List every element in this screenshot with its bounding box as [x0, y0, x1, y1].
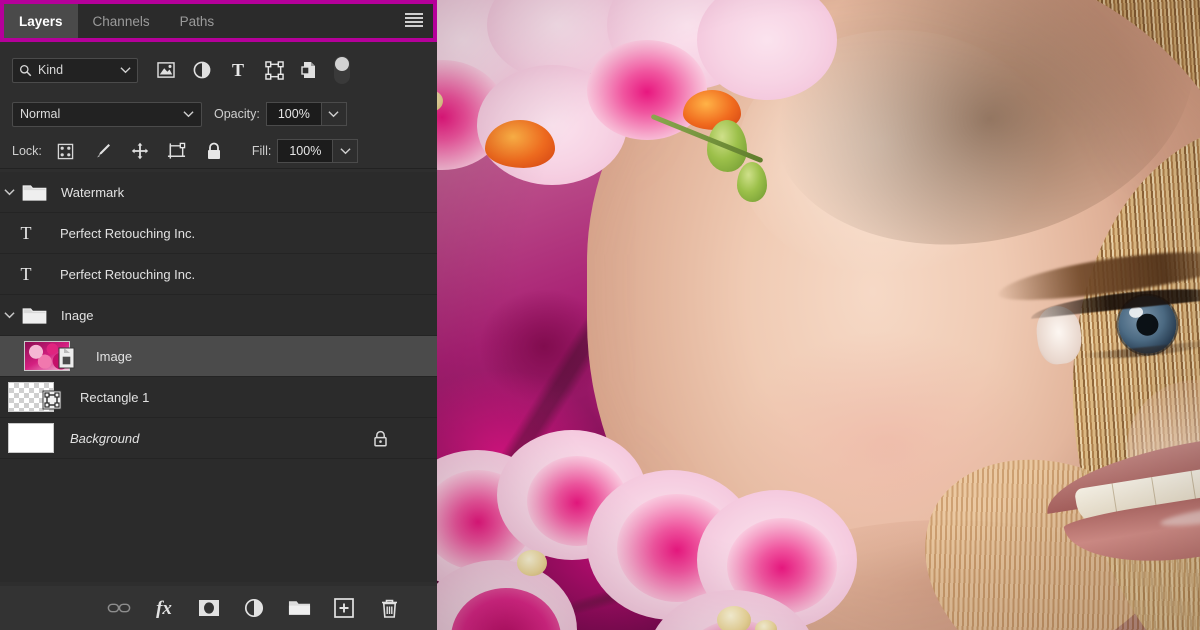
blend-mode-value: Normal: [20, 107, 183, 121]
smart-object-badge-icon: [55, 346, 81, 372]
table-row[interactable]: Image: [0, 336, 437, 377]
opacity-input[interactable]: 100%: [266, 102, 322, 126]
new-group-icon[interactable]: [287, 596, 311, 620]
layer-thumbnail[interactable]: [8, 423, 54, 453]
chevron-down-icon: [183, 110, 194, 118]
lock-row: Lock:: [0, 134, 437, 169]
lock-transparent-pixels-icon[interactable]: [56, 141, 76, 161]
layer-name: Image: [96, 349, 132, 364]
layer-name: Inage: [61, 308, 94, 323]
lock-image-pixels-icon[interactable]: [93, 141, 113, 161]
fill-stepper[interactable]: [333, 139, 358, 163]
blend-mode-dropdown[interactable]: Normal: [12, 102, 202, 127]
panel-tab-highlight: Layers Channels Paths: [0, 0, 437, 42]
orchid-top-right: [587, 0, 847, 170]
lock-position-icon[interactable]: [130, 141, 150, 161]
type-layer-icon: T: [6, 223, 46, 244]
filter-kind-label: Kind: [38, 63, 114, 77]
layer-name: Rectangle 1: [80, 390, 149, 405]
type-layer-filter-icon[interactable]: T: [228, 60, 248, 80]
lock-icons: [56, 141, 224, 161]
layer-list[interactable]: Watermark T Perfect Retouching Inc.: [0, 172, 437, 582]
layers-panel: Layers Channels Paths Kind: [0, 0, 437, 630]
shape-layer-badge-icon: [39, 387, 65, 413]
lock-label: Lock:: [12, 144, 42, 158]
type-layer-icon: T: [6, 264, 46, 285]
search-icon: [19, 64, 32, 77]
fill-label: Fill:: [252, 144, 271, 158]
new-layer-icon[interactable]: [332, 596, 356, 620]
fill-input[interactable]: 100%: [277, 139, 333, 163]
hamburger-menu-icon[interactable]: [405, 13, 423, 28]
filter-kind-dropdown[interactable]: Kind: [12, 58, 138, 83]
orchid-center: [587, 470, 877, 630]
opacity-label: Opacity:: [214, 107, 260, 121]
photoshop-screenshot: Layers Channels Paths Kind: [0, 0, 1200, 630]
filter-type-icons: T: [156, 60, 320, 80]
table-row[interactable]: Watermark: [0, 172, 437, 213]
layer-name: Perfect Retouching Inc.: [60, 267, 195, 282]
table-row[interactable]: Rectangle 1: [0, 377, 437, 418]
add-layer-mask-icon[interactable]: [197, 596, 221, 620]
tab-channels[interactable]: Channels: [78, 4, 165, 38]
layer-filter-row: Kind: [0, 48, 437, 92]
chevron-down-icon: [120, 66, 131, 74]
smart-object-filter-icon[interactable]: [300, 60, 320, 80]
blend-mode-row: Normal Opacity: 100%: [0, 96, 437, 132]
layer-styles-fx-icon[interactable]: fx: [152, 596, 176, 620]
document-canvas[interactable]: [437, 0, 1200, 630]
layer-locked-icon: [373, 430, 389, 446]
tab-layers[interactable]: Layers: [4, 4, 78, 38]
layers-panel-footer: fx: [0, 586, 437, 630]
table-row[interactable]: Background: [0, 418, 437, 459]
folder-icon: [22, 306, 47, 325]
opacity-stepper[interactable]: [322, 102, 347, 126]
table-row[interactable]: T Perfect Retouching Inc.: [0, 213, 437, 254]
panel-tab-bar: Layers Channels Paths: [4, 4, 433, 38]
table-row[interactable]: T Perfect Retouching Inc.: [0, 254, 437, 295]
link-layers-icon[interactable]: [107, 596, 131, 620]
layer-name: Background: [70, 431, 139, 446]
table-row[interactable]: Inage: [0, 295, 437, 336]
folder-icon: [22, 183, 47, 202]
group-expand-chevron-down-icon[interactable]: [0, 188, 18, 196]
group-expand-chevron-down-icon[interactable]: [0, 311, 18, 319]
lock-artboard-nesting-icon[interactable]: [167, 141, 187, 161]
eye: [1033, 298, 1084, 372]
layer-name: Watermark: [61, 185, 124, 200]
new-adjustment-layer-icon[interactable]: [242, 596, 266, 620]
tab-paths[interactable]: Paths: [165, 4, 230, 38]
shape-layer-filter-icon[interactable]: [264, 60, 284, 80]
lock-all-icon[interactable]: [204, 141, 224, 161]
adjustment-layer-filter-icon[interactable]: [192, 60, 212, 80]
filter-enable-toggle[interactable]: [334, 56, 350, 84]
pixel-layer-filter-icon[interactable]: [156, 60, 176, 80]
layer-name: Perfect Retouching Inc.: [60, 226, 195, 241]
delete-layer-icon[interactable]: [377, 596, 401, 620]
